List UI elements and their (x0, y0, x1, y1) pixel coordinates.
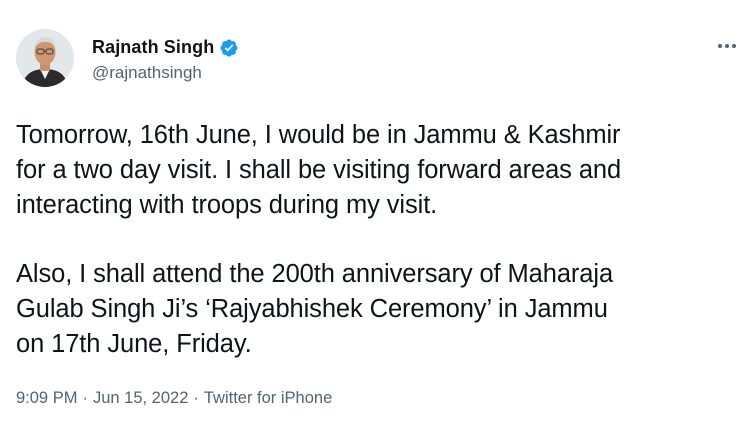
tweet-paragraph-2: Also, I shall attend the 200th anniversa… (16, 260, 614, 358)
verified-badge-icon (219, 38, 239, 58)
tweet-card: Rajnath Singh @rajnathsingh Tomorrow, 16… (0, 0, 750, 430)
tweet-text: Tomorrow, 16th June, I would be in Jammu… (16, 118, 741, 362)
tweet-date[interactable]: Jun 15, 2022 (93, 389, 188, 408)
author-handle[interactable]: @rajnathsingh (92, 63, 202, 83)
author-display-name[interactable]: Rajnath Singh (92, 37, 214, 58)
more-options-icon[interactable] (712, 36, 742, 56)
meta-separator: · (82, 389, 88, 407)
tweet-metadata: 9:09 PM · Jun 15, 2022 · Twitter for iPh… (16, 389, 332, 408)
tweet-paragraph-1: Tomorrow, 16th June, I would be in Jammu… (16, 121, 622, 219)
avatar-portrait-image (16, 29, 74, 87)
avatar[interactable] (16, 29, 74, 87)
tweet-time[interactable]: 9:09 PM (16, 389, 77, 408)
author-name-row[interactable]: Rajnath Singh (92, 37, 239, 58)
tweet-source[interactable]: Twitter for iPhone (204, 389, 332, 408)
meta-separator: · (193, 389, 199, 407)
